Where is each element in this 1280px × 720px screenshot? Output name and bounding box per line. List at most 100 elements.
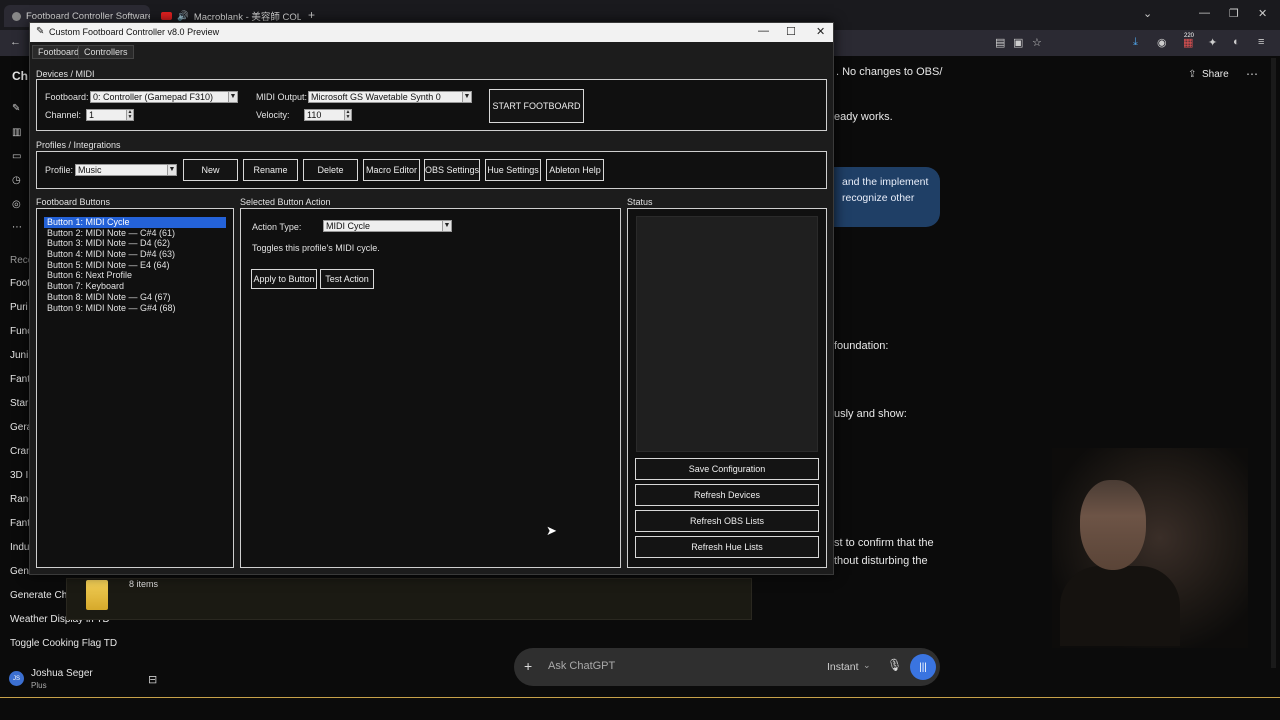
maximize-icon[interactable]: ☐	[786, 25, 796, 38]
microphone-icon[interactable]: 🎙	[887, 658, 902, 672]
projects-icon[interactable]: ▭	[12, 151, 21, 162]
sidebar-chat-item[interactable]: Star	[10, 398, 28, 409]
explore-icon[interactable]: ◷	[12, 175, 21, 186]
minimize-icon[interactable]: —	[758, 25, 769, 37]
new-profile-button[interactable]: New	[183, 159, 238, 181]
new-tab-button[interactable]: +	[308, 8, 315, 22]
more-icon[interactable]: ⋯	[12, 222, 22, 233]
ableton-help-button[interactable]: Ableton Help	[546, 159, 604, 181]
screenshot-icon[interactable]: ▣	[1013, 36, 1023, 49]
close-window-icon[interactable]: ✕	[1258, 7, 1267, 20]
chevron-down-icon[interactable]: ▼	[167, 165, 176, 175]
refresh-devices-button[interactable]: Refresh Devices	[635, 484, 819, 506]
list-item[interactable]: Button 6: Next Profile	[44, 270, 226, 281]
page-scrollbar[interactable]	[1271, 58, 1276, 668]
plus-icon[interactable]: +	[524, 658, 532, 674]
profile-select-value: Music	[78, 165, 102, 175]
message-text: eady works.	[834, 111, 893, 123]
back-arrow-icon[interactable]: ←	[10, 36, 21, 48]
sidebar-chat-item[interactable]: Juni	[10, 350, 28, 361]
delete-profile-button[interactable]: Delete	[303, 159, 358, 181]
sidebar-chat-item[interactable]: Fant	[10, 374, 30, 385]
sidebar-chat-item[interactable]: Fant	[10, 518, 30, 529]
mode-selector[interactable]: Instant	[827, 661, 859, 673]
message-text: st to confirm that the	[834, 537, 934, 549]
start-footboard-button[interactable]: START FOOTBOARD	[489, 89, 584, 123]
list-item[interactable]: Button 4: MIDI Note — D#4 (63)	[44, 249, 226, 260]
apply-to-button-button[interactable]: Apply to Button	[251, 269, 317, 289]
new-chat-icon[interactable]: ✎	[12, 103, 20, 114]
share-button[interactable]: Share	[1202, 69, 1229, 80]
footboard-buttons-list[interactable]: Button 1: MIDI Cycle Button 2: MIDI Note…	[44, 217, 226, 313]
profile-label: Profile:	[45, 165, 74, 175]
test-action-button[interactable]: Test Action	[320, 269, 374, 289]
footboard-app-window: ✎ Custom Footboard Controller v8.0 Previ…	[29, 22, 834, 575]
spin-arrows-icon[interactable]: ▲ ▼	[126, 110, 133, 120]
gpts-icon[interactable]: ◎	[12, 199, 21, 210]
list-item[interactable]: Button 1: MIDI Cycle	[44, 217, 226, 228]
chevron-down-icon[interactable]: ▼	[228, 92, 237, 102]
sidebar-chat-item[interactable]: Toggle Cooking Flag TD	[10, 638, 117, 649]
chevron-down-icon[interactable]: ▼	[442, 221, 451, 231]
list-item[interactable]: Button 3: MIDI Note — D4 (62)	[44, 238, 226, 249]
save-configuration-button[interactable]: Save Configuration	[635, 458, 819, 480]
tab-controllers[interactable]: Controllers	[78, 45, 134, 59]
webcam-person-face	[1080, 480, 1146, 570]
bookmark-star-icon[interactable]: ☆	[1032, 36, 1042, 49]
list-item[interactable]: Button 8: MIDI Note — G4 (67)	[44, 292, 226, 303]
sidebar-chat-item[interactable]: Puri	[10, 302, 28, 313]
sidebar-chat-item[interactable]: Indu	[10, 542, 29, 553]
profile-select[interactable]: Music ▼	[75, 164, 177, 176]
folder-icon	[86, 580, 108, 610]
minimize-icon[interactable]: —	[1199, 7, 1210, 19]
sidebar-chat-item[interactable]: Foot	[10, 278, 30, 289]
refresh-obs-lists-button[interactable]: Refresh OBS Lists	[635, 510, 819, 532]
footboard-select[interactable]: 0: Controller (Gamepad F310) ▼	[90, 91, 238, 103]
hue-settings-button[interactable]: Hue Settings	[485, 159, 541, 181]
globe-icon	[12, 11, 21, 21]
channel-spinbox[interactable]: 1 ▲ ▼	[86, 109, 134, 121]
obs-settings-button[interactable]: OBS Settings	[424, 159, 480, 181]
list-item[interactable]: Button 5: MIDI Note — E4 (64)	[44, 260, 226, 271]
tab-list-chevron-icon[interactable]: ⌄	[1143, 7, 1152, 20]
spin-arrows-icon[interactable]: ▲ ▼	[344, 110, 351, 120]
sidebar-toggle-icon[interactable]: ⊟	[148, 673, 157, 686]
webcam-person-body	[1060, 566, 1180, 646]
profiles-section-label: Profiles / Integrations	[36, 140, 121, 150]
reader-view-icon[interactable]: ▤	[995, 36, 1005, 49]
list-item[interactable]: Button 9: MIDI Note — G#4 (68)	[44, 303, 226, 314]
user-plan: Plus	[31, 681, 47, 690]
download-icon[interactable]: ⤓	[1133, 36, 1138, 49]
library-icon[interactable]: ▥	[12, 127, 21, 138]
chat-input[interactable]: Ask ChatGPT	[548, 660, 615, 672]
extensions-icon[interactable]: ✦	[1208, 36, 1217, 49]
macro-editor-button[interactable]: Macro Editor	[363, 159, 420, 181]
action-type-select[interactable]: MIDI Cycle ▼	[323, 220, 452, 232]
menu-icon[interactable]: ≡	[1258, 36, 1264, 48]
more-options-icon[interactable]: ⋯	[1246, 67, 1258, 81]
voice-mode-icon[interactable]: |||	[910, 654, 936, 680]
refresh-hue-lists-button[interactable]: Refresh Hue Lists	[635, 536, 819, 558]
sidebar-chat-item[interactable]: Gen	[10, 566, 29, 577]
midi-output-select[interactable]: Microsoft GS Wavetable Synth 0 ▼	[308, 91, 472, 103]
user-name[interactable]: Joshua Seger	[31, 668, 93, 679]
velocity-label: Velocity:	[256, 110, 290, 120]
channel-value: 1	[89, 110, 95, 120]
chevron-down-icon[interactable]: ⌄	[863, 660, 871, 671]
app-title: Custom Footboard Controller v8.0 Preview	[49, 27, 220, 37]
list-item[interactable]: Button 7: Keyboard	[44, 281, 226, 292]
velocity-spinbox[interactable]: 110 ▲ ▼	[304, 109, 352, 121]
sidebar-chat-item[interactable]: 3D I	[10, 470, 28, 481]
profile-mask-icon[interactable]: ◐	[1233, 36, 1240, 48]
restore-icon[interactable]: ❐	[1229, 7, 1239, 20]
list-item[interactable]: Button 2: MIDI Note — C#4 (61)	[44, 228, 226, 239]
close-window-icon[interactable]: ✕	[816, 25, 825, 38]
extension-badge-count: 220	[1184, 33, 1195, 39]
sidebar-chat-item[interactable]: Generate Cha	[10, 590, 73, 601]
account-icon[interactable]: ◉	[1157, 36, 1167, 49]
share-icon[interactable]: ⇪	[1188, 69, 1196, 80]
rename-profile-button[interactable]: Rename	[243, 159, 298, 181]
chevron-down-icon[interactable]: ▼	[462, 92, 471, 102]
avatar[interactable]: JS	[9, 671, 24, 686]
message-text: thout disturbing the	[834, 555, 928, 567]
